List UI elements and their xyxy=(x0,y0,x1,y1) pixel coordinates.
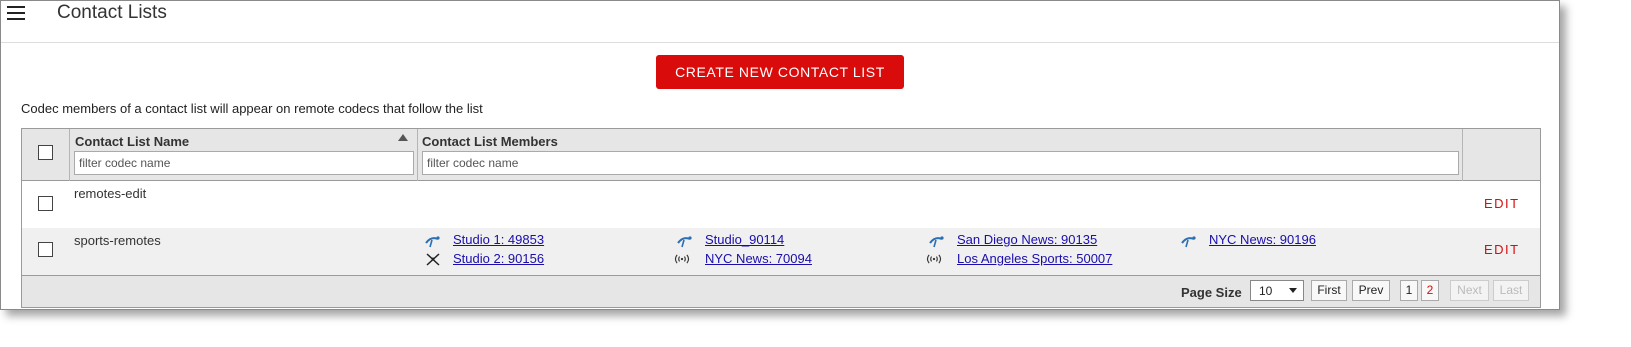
contact-list-name: remotes-edit xyxy=(74,186,147,201)
page-1-button[interactable]: 1 xyxy=(1400,280,1418,301)
table-row: remotes-edit EDIT xyxy=(22,181,1540,228)
name-filter-input[interactable] xyxy=(74,151,414,175)
app-window: Contact Lists CREATE NEW CONTACT LIST Co… xyxy=(0,0,1560,310)
member-link[interactable]: NYC News: 90196 xyxy=(1209,232,1316,247)
page-title: Contact Lists xyxy=(57,2,167,23)
satellite-dish-icon xyxy=(425,236,440,248)
broadcast-signal-icon xyxy=(926,254,942,264)
table-header: Contact List Name Contact List Members xyxy=(22,129,1540,181)
select-all-checkbox[interactable] xyxy=(38,145,53,160)
satellite-dish-icon xyxy=(677,236,692,248)
hamburger-menu-icon[interactable] xyxy=(7,6,25,20)
crossed-antenna-icon xyxy=(426,253,440,266)
page-size-label: Page Size xyxy=(1181,285,1242,300)
satellite-dish-icon xyxy=(929,236,944,248)
table-row: sports-remotes Studio 1: 49853 Studio_90… xyxy=(22,228,1540,275)
page-2-button[interactable]: 2 xyxy=(1421,280,1439,301)
edit-link[interactable]: EDIT xyxy=(1484,242,1520,257)
page-size-value: 10 xyxy=(1259,284,1273,298)
member-link[interactable]: San Diego News: 90135 xyxy=(957,232,1097,247)
satellite-dish-icon xyxy=(1181,236,1196,248)
member-link[interactable]: Studio_90114 xyxy=(705,232,784,247)
sort-ascending-icon[interactable] xyxy=(398,134,408,141)
member-link[interactable]: Studio 1: 49853 xyxy=(453,232,544,247)
edit-link[interactable]: EDIT xyxy=(1484,196,1520,211)
column-header-members: Contact List Members xyxy=(422,134,558,149)
broadcast-signal-icon xyxy=(674,254,690,264)
first-page-button[interactable]: First xyxy=(1311,280,1347,301)
member-link[interactable]: Los Angeles Sports: 50007 xyxy=(957,251,1112,266)
contact-list-table: Contact List Name Contact List Members r… xyxy=(21,128,1541,308)
contact-list-name: sports-remotes xyxy=(74,233,161,248)
row-checkbox[interactable] xyxy=(38,242,53,257)
member-link[interactable]: Studio 2: 90156 xyxy=(453,251,544,266)
page-size-select[interactable]: 10 xyxy=(1250,280,1304,301)
last-page-button[interactable]: Last xyxy=(1493,280,1529,301)
top-bar: Contact Lists xyxy=(1,1,1559,43)
create-contact-list-button[interactable]: CREATE NEW CONTACT LIST xyxy=(656,55,904,89)
description-text: Codec members of a contact list will app… xyxy=(21,101,483,116)
row-checkbox[interactable] xyxy=(38,196,53,211)
column-header-name[interactable]: Contact List Name xyxy=(75,134,189,149)
chevron-down-icon xyxy=(1289,288,1297,293)
members-filter-input[interactable] xyxy=(422,151,1459,175)
prev-page-button[interactable]: Prev xyxy=(1352,280,1390,301)
next-page-button[interactable]: Next xyxy=(1450,280,1489,301)
table-pager: Page Size 10 First Prev 1 2 Next Last xyxy=(22,275,1540,307)
member-link[interactable]: NYC News: 70094 xyxy=(705,251,812,266)
